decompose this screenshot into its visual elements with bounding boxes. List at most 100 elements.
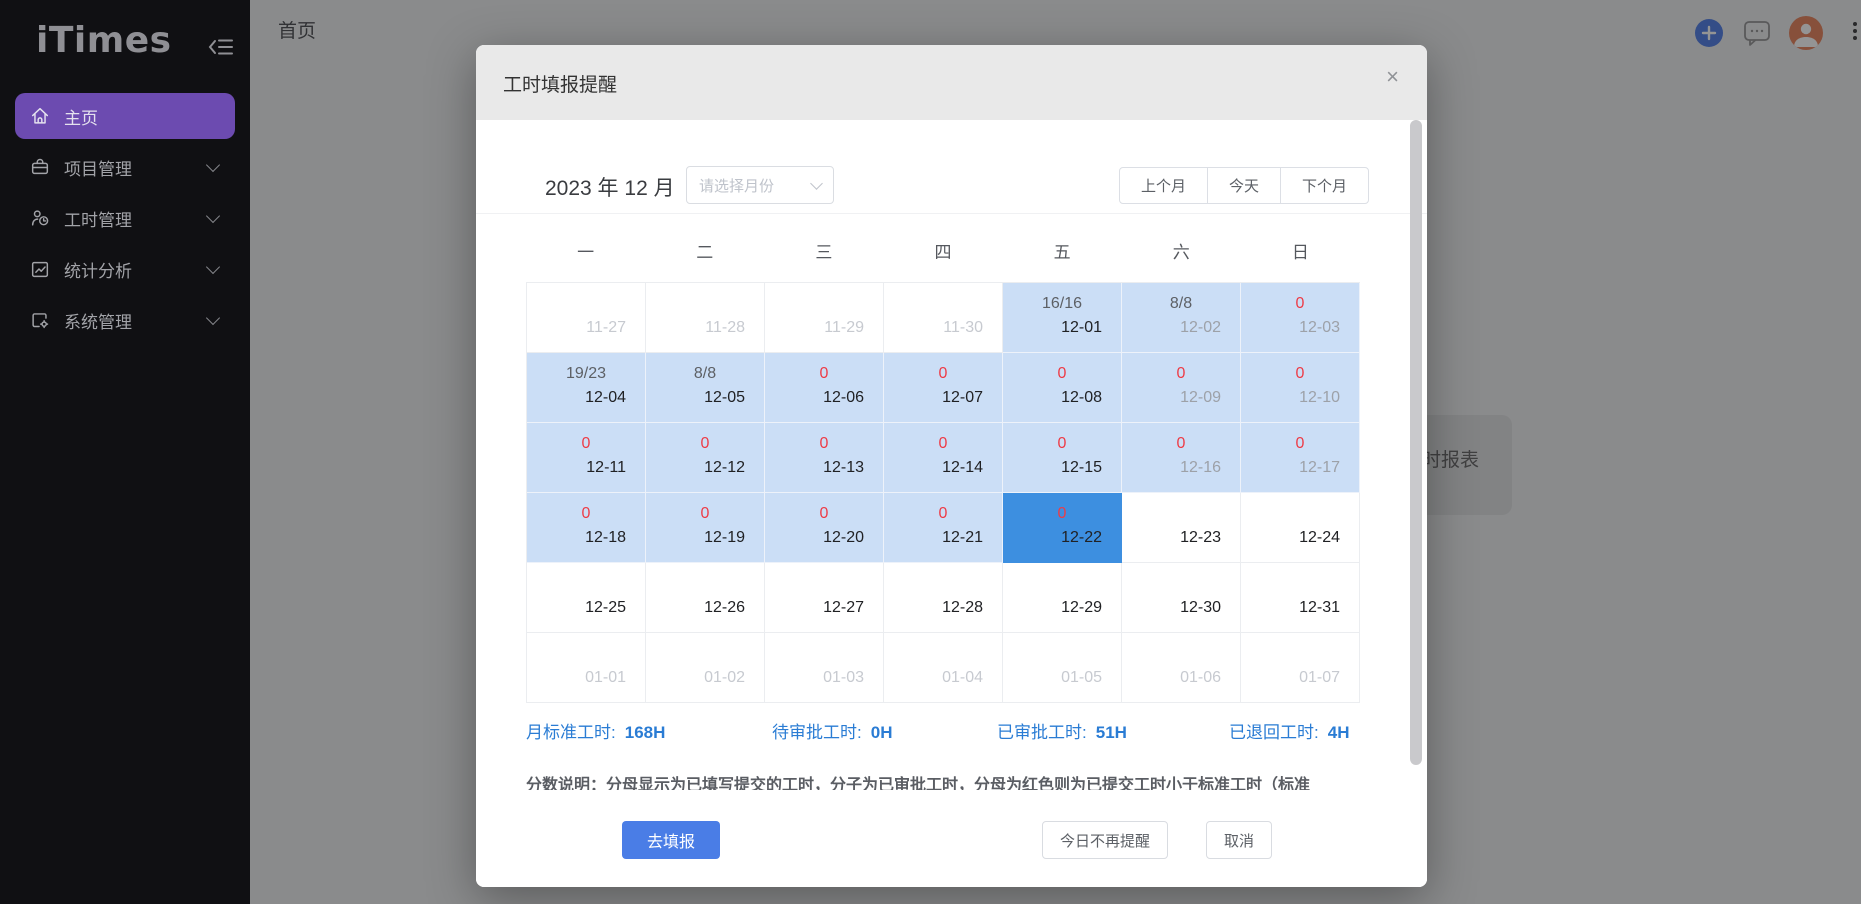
calendar-cell-01-02[interactable]: 01-02 (646, 633, 765, 703)
calendar-cell-12-22[interactable]: 0 12-22 (1003, 493, 1122, 563)
calendar-cell-11-28[interactable]: 11-28 (646, 283, 765, 353)
next-month-button[interactable]: 下个月 (1279, 167, 1369, 204)
cell-date-label: 12-26 (704, 599, 745, 616)
calendar-cell-12-23[interactable]: 12-23 (1122, 493, 1241, 563)
calendar-cell-12-15[interactable]: 0 12-15 (1003, 423, 1122, 493)
calendar-cell-12-27[interactable]: 12-27 (765, 563, 884, 633)
cell-date-label: 01-06 (1180, 669, 1221, 686)
calendar-grid: 11-27 11-28 11-29 11-30 16/16 12-01 8/8 12-02 0 1… (526, 282, 1360, 703)
sidebar-item-time-management[interactable]: 工时管理 (15, 195, 235, 241)
stat-label: 已退回工时: (1229, 723, 1319, 742)
calendar-cell-12-21[interactable]: 0 12-21 (884, 493, 1003, 563)
calendar-cell-12-07[interactable]: 0 12-07 (884, 353, 1003, 423)
cell-hours-value (884, 290, 1002, 318)
cancel-button[interactable]: 取消 (1205, 821, 1272, 859)
cell-hours-value (1241, 570, 1359, 598)
calendar-cell-01-07[interactable]: 01-07 (1241, 633, 1360, 703)
weekday-label: 二 (696, 243, 714, 262)
chevron-down-icon (205, 259, 221, 274)
cell-hours-value: 0 (1295, 435, 1305, 452)
cell-hours-value: 0 (581, 505, 591, 522)
calendar-cell-01-05[interactable]: 01-05 (1003, 633, 1122, 703)
calendar-cell-12-26[interactable]: 12-26 (646, 563, 765, 633)
cell-date-label: 12-28 (942, 599, 983, 616)
cell-date-label: 11-29 (824, 319, 864, 336)
calendar-cell-12-17[interactable]: 0 12-17 (1241, 423, 1360, 493)
stat-monthly-standard-hours: 月标准工时: 168H (526, 718, 665, 743)
footer-right-buttons: 今日不再提醒 取消 (1041, 821, 1272, 859)
cell-date-label: 12-07 (942, 389, 983, 406)
calendar-cell-12-11[interactable]: 0 12-11 (527, 423, 646, 493)
calendar-cell-12-16[interactable]: 0 12-16 (1122, 423, 1241, 493)
calendar-cell-12-08[interactable]: 0 12-08 (1003, 353, 1122, 423)
chevron-down-icon (810, 176, 823, 190)
cell-hours-value (1122, 500, 1240, 528)
cell-hours-value (646, 570, 764, 598)
cell-date-label: 12-08 (1061, 389, 1102, 406)
month-select[interactable]: 请选择月份 (686, 166, 834, 204)
cell-hours-value: 0 (1057, 435, 1067, 452)
calendar-cell-12-05[interactable]: 8/8 12-05 (646, 353, 765, 423)
calendar-cell-12-02[interactable]: 8/8 12-02 (1122, 283, 1241, 353)
sidebar: iTimes 主页 项目管理 工时管理 统计分析 系统管理 (0, 0, 250, 904)
sidebar-item-project-management[interactable]: 项目管理 (15, 144, 235, 190)
calendar-weekday-row: 一二三四五六日 (526, 238, 1360, 263)
sidebar-menu: 主页项目管理工时管理统计分析系统管理 (15, 93, 235, 348)
cell-hours-value: 0 (819, 505, 829, 522)
sidebar-item-label: 项目管理 (64, 159, 132, 179)
cell-hours-value (527, 640, 645, 668)
sidebar-collapse-icon[interactable] (208, 36, 234, 58)
calendar-cell-11-27[interactable]: 11-27 (527, 283, 646, 353)
calendar-cell-01-03[interactable]: 01-03 (765, 633, 884, 703)
calendar-cell-12-31[interactable]: 12-31 (1241, 563, 1360, 633)
calendar-cell-12-09[interactable]: 0 12-09 (1122, 353, 1241, 423)
cell-date-label: 12-05 (704, 389, 745, 406)
calendar-cell-12-12[interactable]: 0 12-12 (646, 423, 765, 493)
cell-hours-value (1003, 640, 1121, 668)
calendar-cell-12-18[interactable]: 0 12-18 (527, 493, 646, 563)
fraction-note: 分数说明：分母显示为已填写提交的工时，分子为已审批工时，分母为红色则为已提交工时… (526, 777, 1311, 790)
divider (476, 213, 1427, 214)
calendar-cell-12-28[interactable]: 12-28 (884, 563, 1003, 633)
close-icon[interactable]: × (1386, 66, 1399, 88)
calendar-cell-12-20[interactable]: 0 12-20 (765, 493, 884, 563)
calendar-cell-12-24[interactable]: 12-24 (1241, 493, 1360, 563)
calendar-cell-01-01[interactable]: 01-01 (527, 633, 646, 703)
calendar-cell-12-29[interactable]: 12-29 (1003, 563, 1122, 633)
calendar-cell-12-01[interactable]: 16/16 12-01 (1003, 283, 1122, 353)
calendar-cell-12-13[interactable]: 0 12-13 (765, 423, 884, 493)
calendar-cell-12-19[interactable]: 0 12-19 (646, 493, 765, 563)
chevron-down-icon (205, 157, 221, 172)
go-fill-button[interactable]: 去填报 (622, 821, 720, 859)
sidebar-item-label: 主页 (64, 108, 98, 128)
cell-date-label: 12-31 (1299, 599, 1340, 616)
calendar-cell-12-03[interactable]: 0 12-03 (1241, 283, 1360, 353)
no-remind-today-button[interactable]: 今日不再提醒 (1041, 821, 1168, 859)
cell-date-label: 12-29 (1061, 599, 1102, 616)
calendar-cell-01-04[interactable]: 01-04 (884, 633, 1003, 703)
weekday-label: 日 (1291, 243, 1309, 262)
prev-month-button[interactable]: 上个月 (1118, 167, 1208, 204)
calendar-cell-12-10[interactable]: 0 12-10 (1241, 353, 1360, 423)
calendar-cell-11-30[interactable]: 11-30 (884, 283, 1003, 353)
today-button[interactable]: 今天 (1206, 167, 1281, 204)
calendar-cell-12-25[interactable]: 12-25 (527, 563, 646, 633)
modal-scrollbar[interactable] (1410, 120, 1422, 765)
sidebar-item-home[interactable]: 主页 (15, 93, 235, 139)
timesheet-reminder-modal: 工时填报提醒 × 2023 年 12 月 请选择月份 上个月 今天 下个月 一 二 三 四… (476, 45, 1427, 887)
modal-title: 工时填报提醒 (503, 75, 618, 96)
cell-hours-value (1241, 500, 1359, 528)
calendar-cell-12-06[interactable]: 0 12-06 (765, 353, 884, 423)
cell-hours-value: 0 (938, 435, 948, 452)
cell-date-label: 12-27 (823, 599, 864, 616)
calendar-cell-12-30[interactable]: 12-30 (1122, 563, 1241, 633)
calendar-cell-12-14[interactable]: 0 12-14 (884, 423, 1003, 493)
cell-hours-value (884, 570, 1002, 598)
calendar-cell-11-29[interactable]: 11-29 (765, 283, 884, 353)
calendar-cell-12-04[interactable]: 19/23 12-04 (527, 353, 646, 423)
calendar-cell-01-06[interactable]: 01-06 (1122, 633, 1241, 703)
sidebar-item-statistics[interactable]: 统计分析 (15, 246, 235, 292)
cell-date-label: 12-20 (823, 529, 864, 546)
cell-date-label: 12-21 (942, 529, 983, 546)
sidebar-item-system-management[interactable]: 系统管理 (15, 297, 235, 343)
